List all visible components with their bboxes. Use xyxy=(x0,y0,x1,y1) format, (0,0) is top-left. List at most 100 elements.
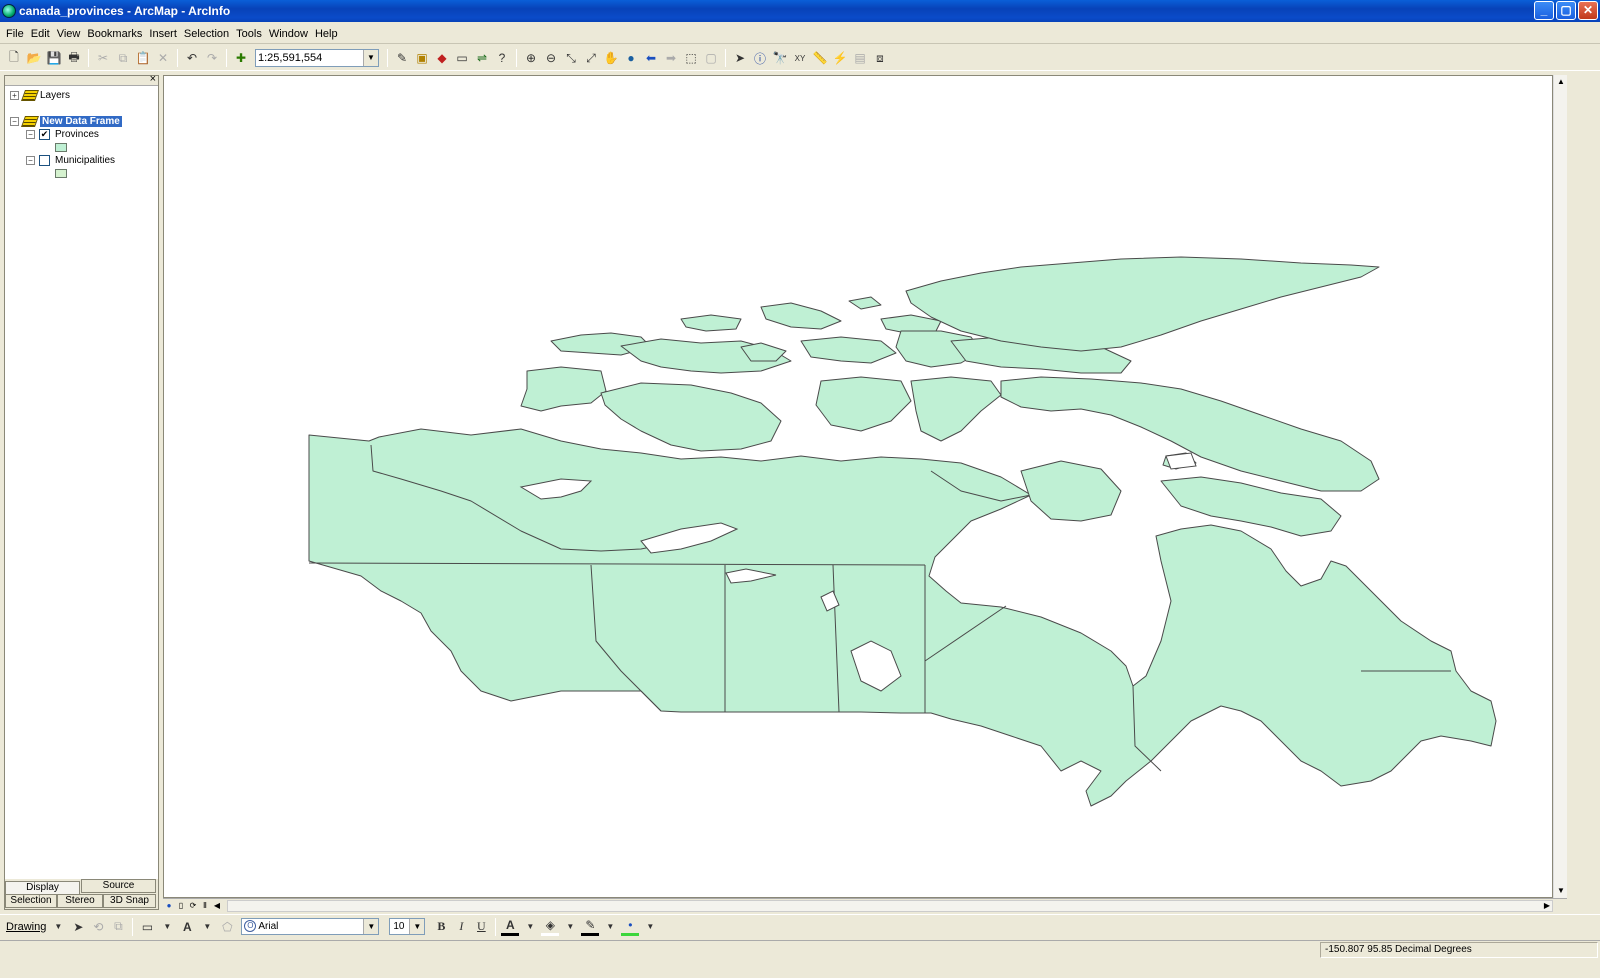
redo-icon[interactable]: ↷ xyxy=(203,49,221,67)
forward-extent-icon[interactable]: ➡ xyxy=(662,49,680,67)
font-size-combobox[interactable]: 10 ▼ xyxy=(389,918,426,935)
save-icon[interactable]: 💾 xyxy=(45,49,63,67)
new-document-icon[interactable]: 🗋 xyxy=(5,49,23,67)
scroll-up-arrow-icon[interactable]: ▲ xyxy=(1554,75,1568,89)
menu-tools[interactable]: Tools xyxy=(236,28,262,40)
html-popup-icon[interactable]: ▤ xyxy=(851,49,869,67)
find-icon[interactable]: 🔭 xyxy=(771,49,789,67)
layer-visibility-checkbox[interactable]: ✔ xyxy=(39,129,50,140)
expand-icon[interactable]: + xyxy=(10,91,19,100)
menu-edit[interactable]: Edit xyxy=(31,28,50,40)
map-scale-combobox[interactable]: 1:25,591,554 ▼ xyxy=(255,49,379,67)
minimize-button[interactable]: _ xyxy=(1534,1,1554,20)
print-icon[interactable]: 🖶 xyxy=(65,49,83,67)
collapse-icon[interactable]: − xyxy=(10,117,19,126)
menu-help[interactable]: Help xyxy=(315,28,338,40)
measure-icon[interactable]: 📏 xyxy=(811,49,829,67)
rectangle-tool-icon[interactable]: ▭ xyxy=(138,918,156,936)
bold-button[interactable]: B xyxy=(432,918,450,936)
modelbuilder-icon[interactable]: ⇌ xyxy=(473,49,491,67)
select-features-icon[interactable]: ⬚ xyxy=(682,49,700,67)
fill-color-icon[interactable]: ◈ xyxy=(541,918,560,936)
cut-icon[interactable]: ✂ xyxy=(94,49,112,67)
chevron-down-icon[interactable]: ▼ xyxy=(601,918,619,936)
layers-group-row[interactable]: + Layers xyxy=(10,90,70,101)
italic-button[interactable]: I xyxy=(452,918,470,936)
data-frame-row[interactable]: − New Data Frame xyxy=(10,116,122,127)
maximize-button[interactable]: ▢ xyxy=(1556,1,1576,20)
layer-symbol-swatch[interactable] xyxy=(55,169,67,178)
tab-display[interactable]: Display xyxy=(5,881,80,895)
command-line-icon[interactable]: ▭ xyxy=(453,49,471,67)
time-slider-icon[interactable]: ⧈ xyxy=(871,49,889,67)
zoom-whole-page-icon[interactable]: ⧉ xyxy=(109,918,127,936)
layer-row-provinces[interactable]: − ✔ Provinces xyxy=(26,129,99,140)
paste-icon[interactable]: 📋 xyxy=(134,49,152,67)
chevron-down-icon[interactable]: ▼ xyxy=(641,918,659,936)
font-color-icon[interactable]: A xyxy=(501,918,520,936)
go-to-xy-icon[interactable]: XY xyxy=(791,49,809,67)
drawing-menu[interactable]: Drawing xyxy=(6,921,46,933)
chevron-down-icon[interactable]: ▼ xyxy=(363,919,379,934)
open-icon[interactable]: 📂 xyxy=(25,49,43,67)
menu-file[interactable]: File xyxy=(6,28,24,40)
tab-3d-snap[interactable]: 3D Snap xyxy=(103,894,156,908)
add-data-icon[interactable]: ✚ xyxy=(232,49,250,67)
canada-provinces-map[interactable] xyxy=(164,76,1553,898)
scroll-down-arrow-icon[interactable]: ▼ xyxy=(1554,884,1568,898)
editor-toolbar-icon[interactable]: ✎ xyxy=(393,49,411,67)
map-display[interactable] xyxy=(163,75,1553,898)
font-name-combobox[interactable]: O Arial ▼ xyxy=(241,918,380,935)
layer-visibility-checkbox[interactable] xyxy=(39,155,50,166)
select-elements-icon[interactable]: ➤ xyxy=(69,918,87,936)
tab-source[interactable]: Source xyxy=(81,879,156,893)
line-color-icon[interactable]: ✎ xyxy=(581,918,600,936)
data-view-icon[interactable]: ● xyxy=(163,900,175,912)
identify-icon[interactable]: ⓘ xyxy=(751,49,769,67)
menu-window[interactable]: Window xyxy=(269,28,308,40)
layout-view-icon[interactable]: ▯ xyxy=(175,900,187,912)
zoom-out-icon[interactable]: ⊖ xyxy=(542,49,560,67)
full-extent-icon[interactable]: ● xyxy=(622,49,640,67)
arccatalog-icon[interactable]: ▣ xyxy=(413,49,431,67)
arctoolbox-icon[interactable]: ◆ xyxy=(433,49,451,67)
text-tool-icon[interactable]: A xyxy=(178,918,196,936)
menu-selection[interactable]: Selection xyxy=(184,28,229,40)
edit-vertices-icon[interactable]: ⬠ xyxy=(218,918,236,936)
close-icon[interactable]: × xyxy=(150,73,156,85)
chevron-down-icon[interactable]: ▼ xyxy=(158,918,176,936)
arcmap-app-icon[interactable] xyxy=(2,4,16,18)
collapse-icon[interactable]: − xyxy=(26,130,35,139)
marker-color-icon[interactable]: • xyxy=(621,918,640,936)
chevron-down-icon[interactable]: ▼ xyxy=(409,919,425,934)
chevron-down-icon[interactable]: ▼ xyxy=(198,918,216,936)
chevron-down-icon[interactable]: ▼ xyxy=(363,50,378,66)
underline-button[interactable]: U xyxy=(472,918,490,936)
refresh-icon[interactable]: ⟳ xyxy=(187,900,199,912)
menu-insert[interactable]: Insert xyxy=(149,28,177,40)
whats-this-help-icon[interactable]: ? xyxy=(493,49,511,67)
zoom-in-icon[interactable]: ⊕ xyxy=(522,49,540,67)
menu-bookmarks[interactable]: Bookmarks xyxy=(87,28,142,40)
clear-selection-icon[interactable]: ▢ xyxy=(702,49,720,67)
scroll-left-arrow-icon[interactable]: ◀ xyxy=(211,900,223,912)
fixed-zoom-out-icon[interactable]: ⤢ xyxy=(582,49,600,67)
back-extent-icon[interactable]: ⬅ xyxy=(642,49,660,67)
map-vertical-scrollbar[interactable]: ▲ ▼ xyxy=(1553,75,1567,898)
hyperlink-icon[interactable]: ⚡ xyxy=(831,49,849,67)
rotate-icon[interactable]: ⟲ xyxy=(89,918,107,936)
fixed-zoom-in-icon[interactable]: ⤡ xyxy=(562,49,580,67)
scroll-right-arrow-icon[interactable]: ▶ xyxy=(1541,900,1553,912)
select-elements-icon[interactable]: ➤ xyxy=(731,49,749,67)
close-button[interactable]: ✕ xyxy=(1578,1,1598,20)
delete-icon[interactable]: ✕ xyxy=(154,49,172,67)
layer-row-municipalities[interactable]: − Municipalities xyxy=(26,155,115,166)
layer-symbol-swatch[interactable] xyxy=(55,143,67,152)
chevron-down-icon[interactable]: ▼ xyxy=(49,918,67,936)
tab-selection[interactable]: Selection xyxy=(5,894,57,908)
collapse-icon[interactable]: − xyxy=(26,156,35,165)
chevron-down-icon[interactable]: ▼ xyxy=(521,918,539,936)
copy-icon[interactable]: ⧉ xyxy=(114,49,132,67)
map-horizontal-scrollbar[interactable] xyxy=(227,900,1553,912)
pause-drawing-icon[interactable]: Ⅱ xyxy=(199,900,211,912)
